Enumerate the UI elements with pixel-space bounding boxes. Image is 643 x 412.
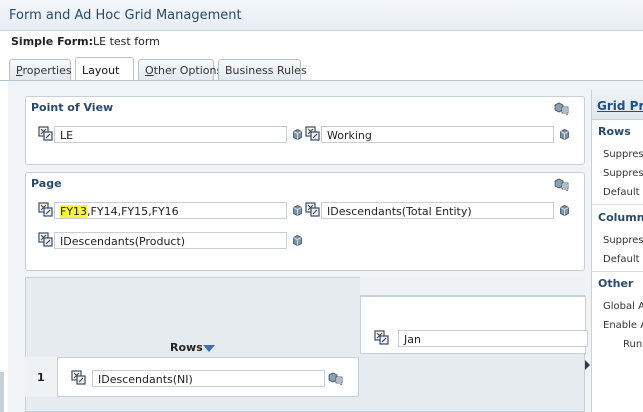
page-panel: Page FY13,FY14,FY15,FY16 IDescendants(To… [25,172,585,271]
tab-properties[interactable]: Properties [9,59,72,81]
tab-business-rules[interactable]: Business Rules [218,59,307,81]
member-selector-icon[interactable] [71,370,87,385]
page-product-field[interactable]: IDescendants(Product) [54,232,287,249]
pov-panel: Point of View LE Working [25,96,585,165]
tab-other-options[interactable]: Other Options [138,59,222,81]
member-selector-icon[interactable] [305,126,321,141]
column-member-field[interactable]: Jan [398,330,588,347]
other-option[interactable]: Enable A [603,320,643,331]
page-entity-field[interactable]: IDescendants(Total Entity) [321,202,554,219]
window-titlebar: Form and Ad Hoc Grid Management [0,0,643,31]
rows-option[interactable]: Suppress [603,149,643,160]
column-header-strip [360,277,585,296]
form-name: LE test form [93,35,160,48]
row-member-field[interactable]: IDescendants(NI) [92,370,325,387]
row-number: 1 [37,371,45,384]
member-selector-icon[interactable] [305,202,321,217]
grid-properties-header: Grid Pro [592,90,643,120]
left-splitter[interactable] [0,372,4,412]
row-dimension-panel: IDescendants(NI) [57,357,359,397]
pov-title: Point of View [31,101,114,114]
tab-layout[interactable]: Layout [75,57,134,81]
columns-option[interactable]: Default c [603,254,643,265]
section-rows: Rows [598,125,631,138]
section-other: Other [598,277,634,290]
section-divider [592,271,643,272]
grid-properties-title[interactable]: Grid Pro [597,99,643,113]
member-selector-icon[interactable] [374,330,390,345]
dimension-selector-icon[interactable] [554,102,570,116]
page-period-field[interactable]: FY13,FY14,FY15,FY16 [54,202,287,219]
dimension-cube-icon [560,129,569,140]
pov-member-field[interactable]: Working [321,126,554,143]
rows-label: Rows [170,341,203,354]
dimension-cube-icon [560,205,569,216]
columns-option[interactable]: Suppress [603,235,643,246]
dimension-selector-icon[interactable] [554,178,570,192]
section-columns: Columns [598,211,643,224]
pov-member-field[interactable]: LE [54,126,287,143]
form-name-line: Simple Form:LE test form [11,35,160,48]
rows-option[interactable]: Suppress [603,168,643,179]
column-dimension-panel: Jan [360,296,588,354]
member-selector-icon[interactable] [38,202,54,217]
grid-properties-panel: Grid Pro Rows Suppress Suppress Default … [591,90,643,412]
dimension-selector-icon[interactable] [328,372,344,386]
rows-sort-icon[interactable] [203,345,215,352]
member-selector-icon[interactable] [38,126,54,141]
dimension-cube-icon [293,205,302,216]
highlighted-member: FY13 [60,205,88,218]
rows-option[interactable]: Default r [603,187,643,198]
scroll-right-icon[interactable] [585,360,590,370]
other-option[interactable]: Global As [603,301,643,312]
section-divider [592,204,643,205]
dimension-cube-icon [293,129,302,140]
page-title: Page [31,177,62,190]
member-selector-icon[interactable] [38,232,54,247]
dimension-cube-icon [293,235,302,246]
form-label: Simple Form: [11,35,94,48]
other-option[interactable]: Run [623,339,642,350]
window-title: Form and Ad Hoc Grid Management [9,8,242,23]
